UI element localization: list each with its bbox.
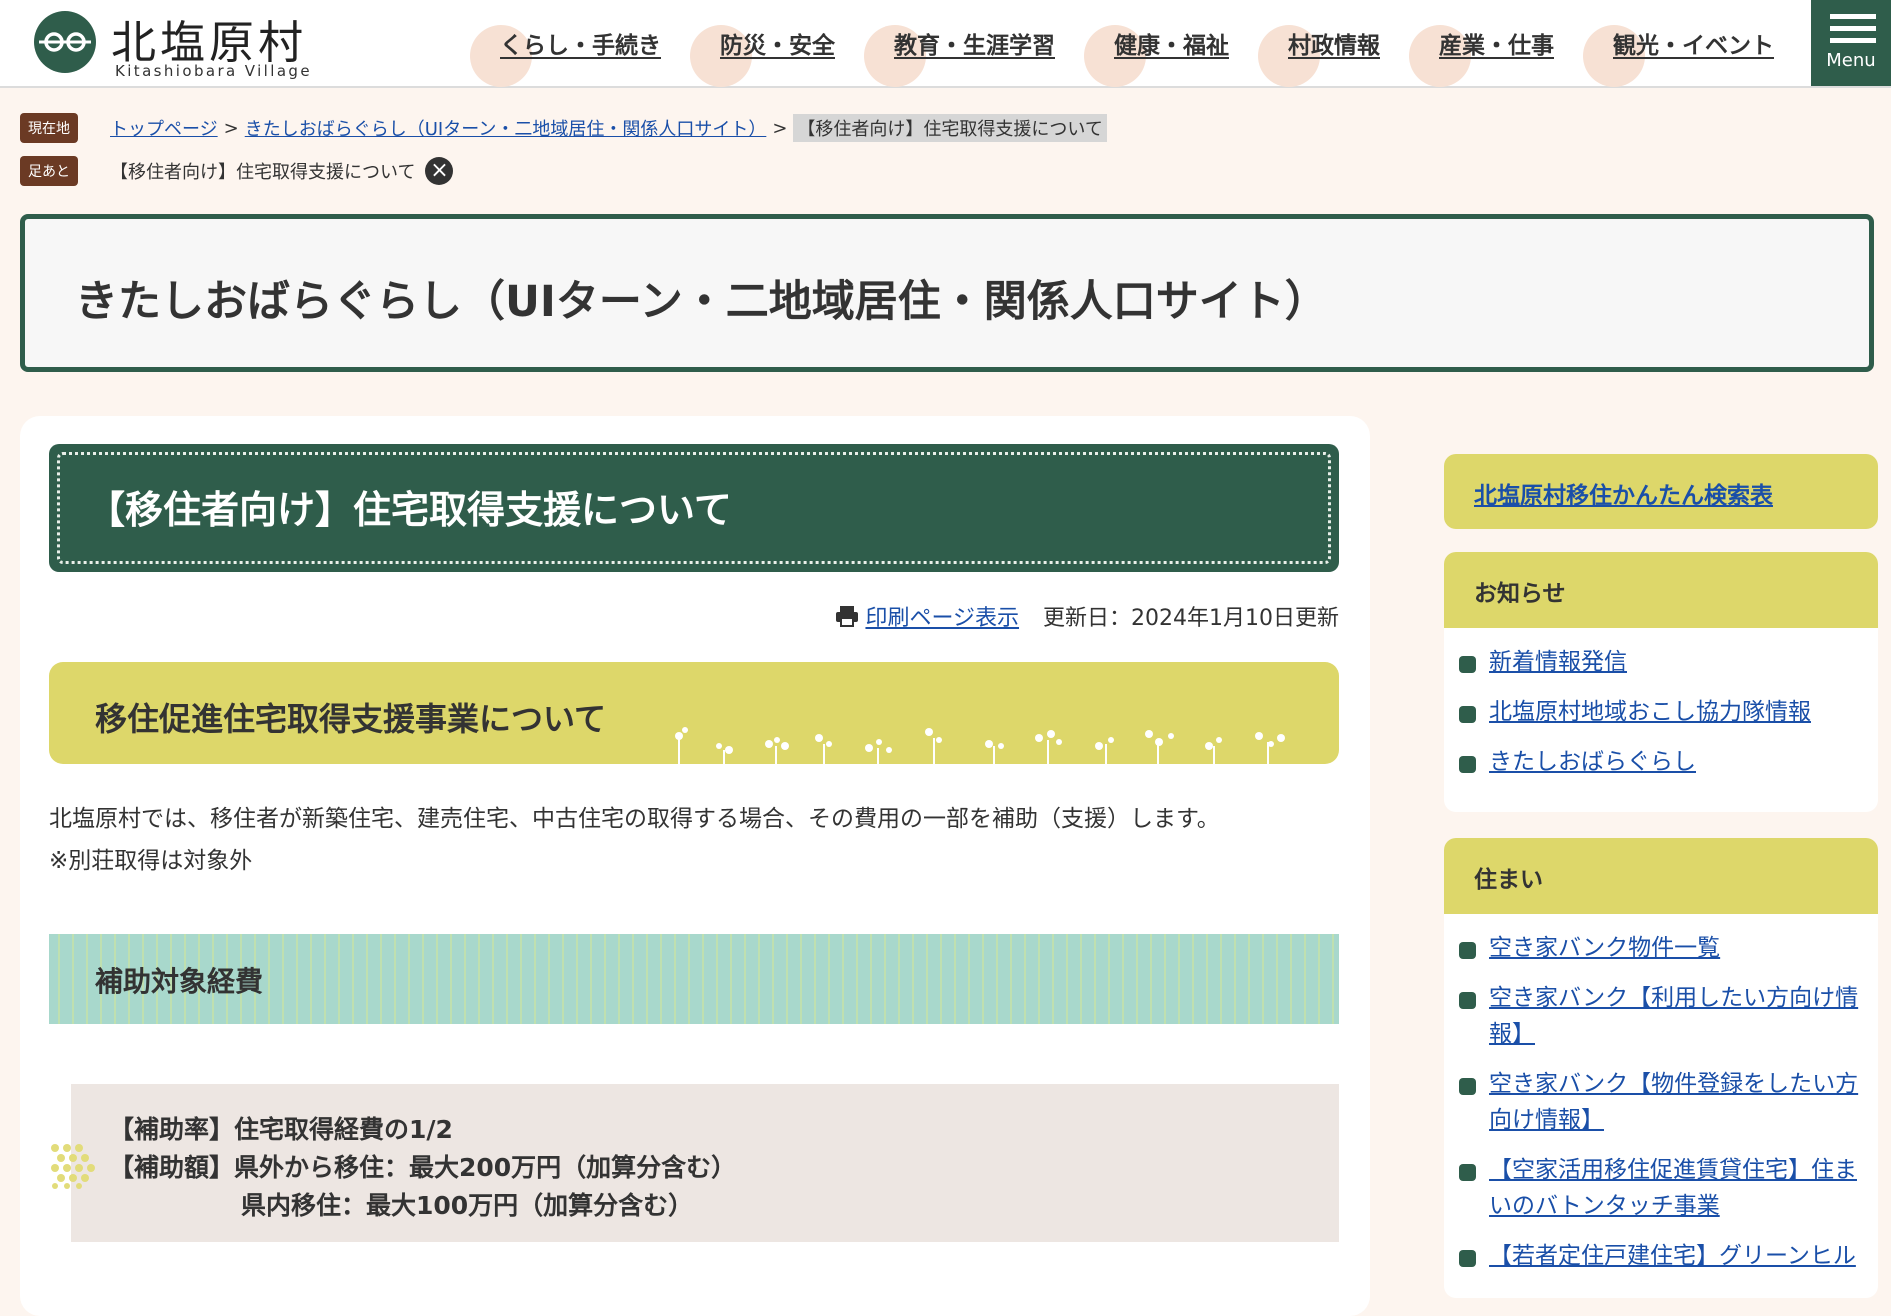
list-item[interactable]: 北塩原村地域おこし協力隊情報 (1444, 694, 1878, 730)
heading-h4: 補助対象経費 (49, 934, 1339, 1024)
list-item[interactable]: 【空家活用移住促進賃貸住宅】住まいのバトンタッチ事業 (1444, 1152, 1878, 1224)
nav-item-kurashi[interactable]: くらし・手続き (468, 13, 687, 87)
footprints: 足あと 【移住者向け】住宅取得支援について × (20, 156, 454, 186)
page-title-box: 【移住者向け】住宅取得支援について (49, 444, 1339, 572)
lead-line-1: 北塩原村では、移住者が新築住宅、建売住宅、中古住宅の取得する場合、その費用の一部… (49, 806, 1220, 832)
section-banner: きたしおばらぐらし（UIターン・二地域居住・関係人口サイト） (20, 214, 1874, 372)
section-title: きたしおばらぐらし（UIターン・二地域居住・関係人口サイト） (75, 277, 1328, 327)
nav-item-kankou[interactable]: 観光・イベント (1581, 13, 1800, 87)
breadcrumb-separator: > (772, 117, 788, 139)
site-logo[interactable]: 北塩原村 Kitashiobara Village (33, 8, 313, 82)
close-icon[interactable]: × (425, 157, 454, 185)
dot-pattern-icon (51, 1144, 95, 1189)
breadcrumb-current: 【移住者向け】住宅取得支援について (793, 114, 1107, 142)
lead-text: 北塩原村では、移住者が新築住宅、建売住宅、中古住宅の取得する場合、その費用の一部… (49, 798, 1220, 882)
heading-h4-text: 補助対象経費 (95, 965, 264, 998)
menu-button[interactable]: Menu (1811, 0, 1891, 86)
breadcrumb-link-kurashi[interactable]: きたしおばらぐらし（UIターン・二地域居住・関係人口サイト） (245, 115, 767, 141)
updated-date: 更新日：2024年1月10日更新 (1043, 606, 1339, 631)
side-sumai-list: 空き家バンク物件一覧 空き家バンク【利用したい方向け情報】 空き家バンク【物件登… (1444, 914, 1878, 1274)
list-item[interactable]: 【若者定住戸建住宅】グリーンヒル (1444, 1238, 1878, 1274)
logo-subtext: Kitashiobara Village (115, 62, 312, 80)
breadcrumb-separator: > (223, 117, 239, 139)
side-oshirase: お知らせ 新着情報発信 北塩原村地域おこし協力隊情報 きたしおばらぐらし (1444, 552, 1878, 812)
hamburger-icon (1830, 14, 1876, 50)
main-content: 【移住者向け】住宅取得支援について 印刷ページ表示 更新日：2024年1月10日… (20, 416, 1370, 1316)
list-item[interactable]: きたしおばらぐらし (1444, 744, 1878, 780)
subsidy-amount: 【補助額】県外から移住：最大200万円（加算分含む） (109, 1153, 737, 1182)
subsidy-info-box: 【補助率】住宅取得経費の1/2 【補助額】県外から移住：最大200万円（加算分含… (51, 1084, 1339, 1242)
subsidy-rate: 【補助率】住宅取得経費の1/2 (109, 1115, 453, 1144)
subsidy-amount-prefecture: 県内移住：最大100万円（加算分含む） (241, 1191, 694, 1220)
side-oshirase-title: お知らせ (1474, 581, 1566, 607)
breadcrumb: 現在地 トップページ > きたしおばらぐらし（UIターン・二地域居住・関係人口サ… (20, 113, 1107, 143)
print-link[interactable]: 印刷ページ表示 (865, 600, 1019, 632)
side-oshirase-header: お知らせ (1444, 552, 1878, 628)
list-item[interactable]: 空き家バンク物件一覧 (1444, 930, 1878, 966)
side-oshirase-list: 新着情報発信 北塩原村地域おこし協力隊情報 きたしおばらぐらし (1444, 628, 1878, 780)
side-sumai-header: 住まい (1444, 838, 1878, 914)
side-sumai: 住まい 空き家バンク物件一覧 空き家バンク【利用したい方向け情報】 空き家バンク… (1444, 838, 1878, 1298)
footprints-tag: 足あと (20, 156, 78, 186)
page-meta: 印刷ページ表示 更新日：2024年1月10日更新 (835, 600, 1339, 632)
nav-item-kyouiku[interactable]: 教育・生涯学習 (862, 13, 1081, 87)
nav-item-bousai[interactable]: 防災・安全 (688, 13, 861, 87)
site-header: 北塩原村 Kitashiobara Village くらし・手続き 防災・安全 … (0, 0, 1891, 88)
nav-item-sangyou[interactable]: 産業・仕事 (1407, 13, 1580, 87)
menu-label: Menu (1826, 50, 1876, 71)
global-nav: くらし・手続き 防災・安全 教育・生涯学習 健康・福祉 村政情報 産業・仕事 観… (468, 0, 1801, 87)
list-item[interactable]: 新着情報発信 (1444, 644, 1878, 680)
side-sumai-title: 住まい (1474, 867, 1543, 893)
printer-icon[interactable] (835, 605, 859, 627)
breadcrumb-tag: 現在地 (20, 113, 78, 143)
nav-item-kenkou[interactable]: 健康・福祉 (1082, 13, 1255, 87)
page-title: 【移住者向け】住宅取得支援について (87, 488, 732, 532)
list-item[interactable]: 空き家バンク【利用したい方向け情報】 (1444, 980, 1878, 1052)
nav-item-sonsei[interactable]: 村政情報 (1256, 13, 1406, 87)
footprints-item[interactable]: 【移住者向け】住宅取得支援について (110, 158, 415, 184)
heading-h3: 移住促進住宅取得支援事業について (49, 662, 1339, 764)
side-search-banner[interactable]: 北塩原村移住かんたん検索表 (1444, 454, 1878, 529)
lead-line-2: ※別荘取得は対象外 (49, 848, 253, 874)
breadcrumb-link-top[interactable]: トップページ (110, 115, 218, 141)
heading-h3-text: 移住促進住宅取得支援事業について (95, 700, 607, 738)
list-item[interactable]: 空き家バンク【物件登録をしたい方向け情報】 (1444, 1066, 1878, 1138)
side-search-link[interactable]: 北塩原村移住かんたん検索表 (1474, 476, 1773, 510)
flower-decoration-icon (675, 727, 1285, 764)
village-emblem-icon (34, 11, 96, 73)
